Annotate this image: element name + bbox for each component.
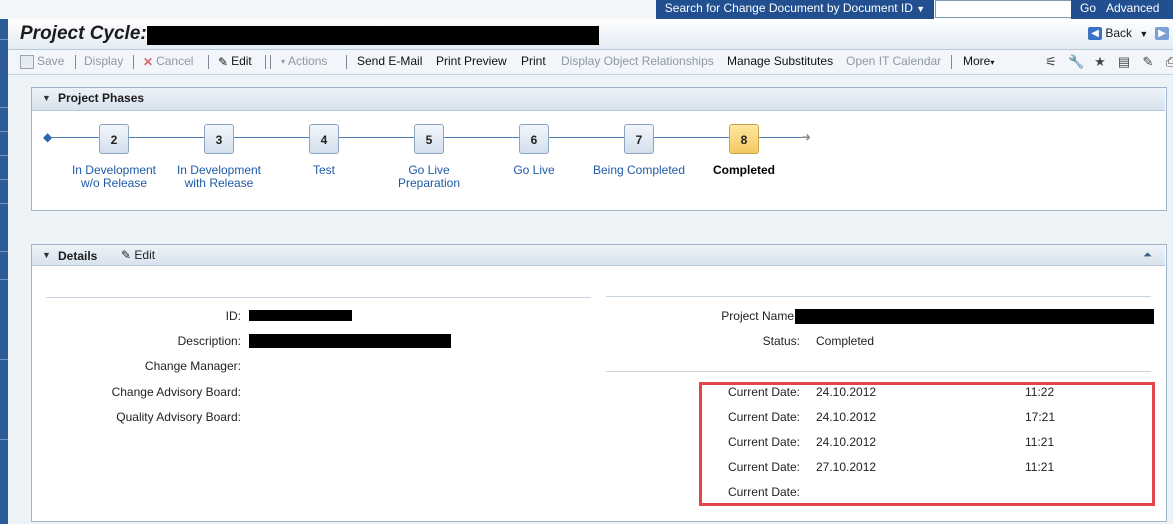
display-object-relationships-button[interactable]: Display Object Relationships — [561, 54, 714, 68]
save-button[interactable]: Save — [20, 54, 64, 69]
caret-down-icon: ▼ — [916, 4, 926, 14]
phase-step-4[interactable]: 4 — [309, 124, 339, 154]
phase-step-label[interactable]: Go Live — [479, 164, 589, 177]
details-title: Details — [58, 249, 98, 263]
phase-step-label-line1: Go Live — [513, 163, 555, 177]
send-email-button[interactable]: Send E-Mail — [357, 54, 422, 68]
print-preview-button[interactable]: Print Preview — [436, 54, 507, 68]
field-label: ID: — [225, 309, 241, 323]
phase-scroll-right-icon[interactable]: ➜ — [801, 130, 811, 144]
collapse-triangle-icon[interactable]: ▼ — [42, 250, 51, 260]
edit-icon: ✎ — [121, 248, 132, 262]
collapse-triangle-icon[interactable]: ▼ — [42, 93, 51, 103]
phase-step-label-line2: Preparation — [397, 176, 461, 190]
page-title: Project Cycle: — [20, 23, 147, 45]
save-icon — [20, 54, 34, 69]
more-menu[interactable]: More▾ — [963, 54, 994, 68]
print-button[interactable]: Print — [521, 54, 546, 68]
collapse-panel-icon[interactable]: ⏶ — [1143, 249, 1152, 262]
details-header[interactable] — [32, 245, 1165, 266]
phase-step-5[interactable]: 5 — [414, 124, 444, 154]
caret-down-icon: ▾ — [281, 57, 286, 67]
open-it-calendar-button[interactable]: Open IT Calendar — [846, 54, 941, 68]
favorite-star-icon[interactable]: ★ — [1092, 54, 1108, 70]
go-button[interactable]: Go — [1080, 0, 1096, 17]
project-name-label: Project Name — [721, 309, 794, 323]
pencil-icon[interactable]: ✎ — [1140, 54, 1156, 70]
edit-icon: ✎ — [218, 54, 229, 69]
phase-step-label[interactable]: Test — [269, 164, 379, 177]
page-title-label: Project Cycle: — [20, 23, 147, 44]
search-type-label: Search for Change Document by Document I… — [664, 1, 913, 15]
edit-button[interactable]: ✎ Edit — [218, 54, 252, 69]
caret-down-icon: ▾ — [990, 58, 995, 67]
phase-step-label[interactable]: Go Live Preparation — [374, 164, 484, 190]
phase-step-2[interactable]: 2 — [99, 124, 129, 154]
divider — [606, 371, 1151, 372]
search-input[interactable] — [935, 0, 1072, 18]
actions-menu[interactable]: ▾ Actions — [281, 54, 327, 68]
project-phases-title: Project Phases — [58, 91, 145, 105]
status-value: Completed — [816, 334, 875, 348]
phase-step-3[interactable]: 3 — [204, 124, 234, 154]
field-label: Description: — [177, 334, 241, 348]
redacted-project-title — [147, 26, 599, 45]
forward-arrow-icon[interactable]: ▶ — [1155, 27, 1169, 40]
back-arrow-icon: ◀ — [1088, 27, 1102, 41]
cancel-button[interactable]: ✕ Cancel — [143, 54, 193, 69]
project-phases-header[interactable] — [32, 88, 1165, 111]
status-label: Status: — [762, 334, 800, 348]
phase-step-8[interactable]: 8 — [729, 124, 759, 154]
field-label: Change Advisory Board: — [111, 385, 241, 399]
search-type-dropdown[interactable]: Search for Change Document by Document I… — [656, 0, 934, 20]
wrench-icon[interactable]: 🔧 — [1068, 54, 1084, 70]
cancel-icon: ✕ — [143, 54, 154, 69]
printer-icon[interactable]: ⎙ — [1163, 54, 1173, 70]
phase-step-label-line2: with Release — [184, 176, 254, 190]
back-button[interactable]: ◀ Back ▼ — [1088, 26, 1148, 41]
advanced-link[interactable]: Advanced — [1106, 0, 1159, 17]
document-icon[interactable]: ▤ — [1116, 54, 1132, 70]
personalize-icon[interactable]: ⚟ — [1043, 54, 1059, 70]
phase-step-label[interactable]: In Development with Release — [164, 164, 274, 190]
redacted-id — [249, 310, 352, 321]
phase-step-label[interactable]: Completed — [689, 164, 799, 177]
go-area: Go Advanced — [1071, 0, 1173, 19]
divider — [606, 296, 1151, 297]
field-label: Quality Advisory Board: — [116, 410, 241, 424]
redacted-project-name — [795, 309, 1154, 324]
left-nav-strip[interactable] — [0, 19, 8, 524]
manage-substitutes-button[interactable]: Manage Substitutes — [727, 54, 833, 68]
phase-step-7[interactable]: 7 — [624, 124, 654, 154]
phase-step-label-line1: Being Completed — [592, 163, 686, 177]
phase-step-6[interactable]: 6 — [519, 124, 549, 154]
details-edit-button[interactable]: ✎ Edit — [121, 248, 155, 262]
highlight-box — [699, 382, 1155, 506]
display-button[interactable]: Display — [84, 54, 123, 68]
divider — [46, 297, 591, 298]
field-label: Change Manager: — [144, 359, 241, 373]
back-label: Back — [1105, 26, 1133, 40]
caret-down-icon[interactable]: ▼ — [1139, 29, 1148, 39]
phase-step-label-line1: Test — [312, 163, 335, 177]
phase-step-label[interactable]: Being Completed — [584, 164, 694, 177]
phase-step-label-line2: w/o Release — [80, 176, 148, 190]
phase-step-label-line1: Completed — [712, 163, 775, 177]
phase-step-label[interactable]: In Development w/o Release — [59, 164, 169, 190]
redacted-description — [249, 334, 451, 348]
